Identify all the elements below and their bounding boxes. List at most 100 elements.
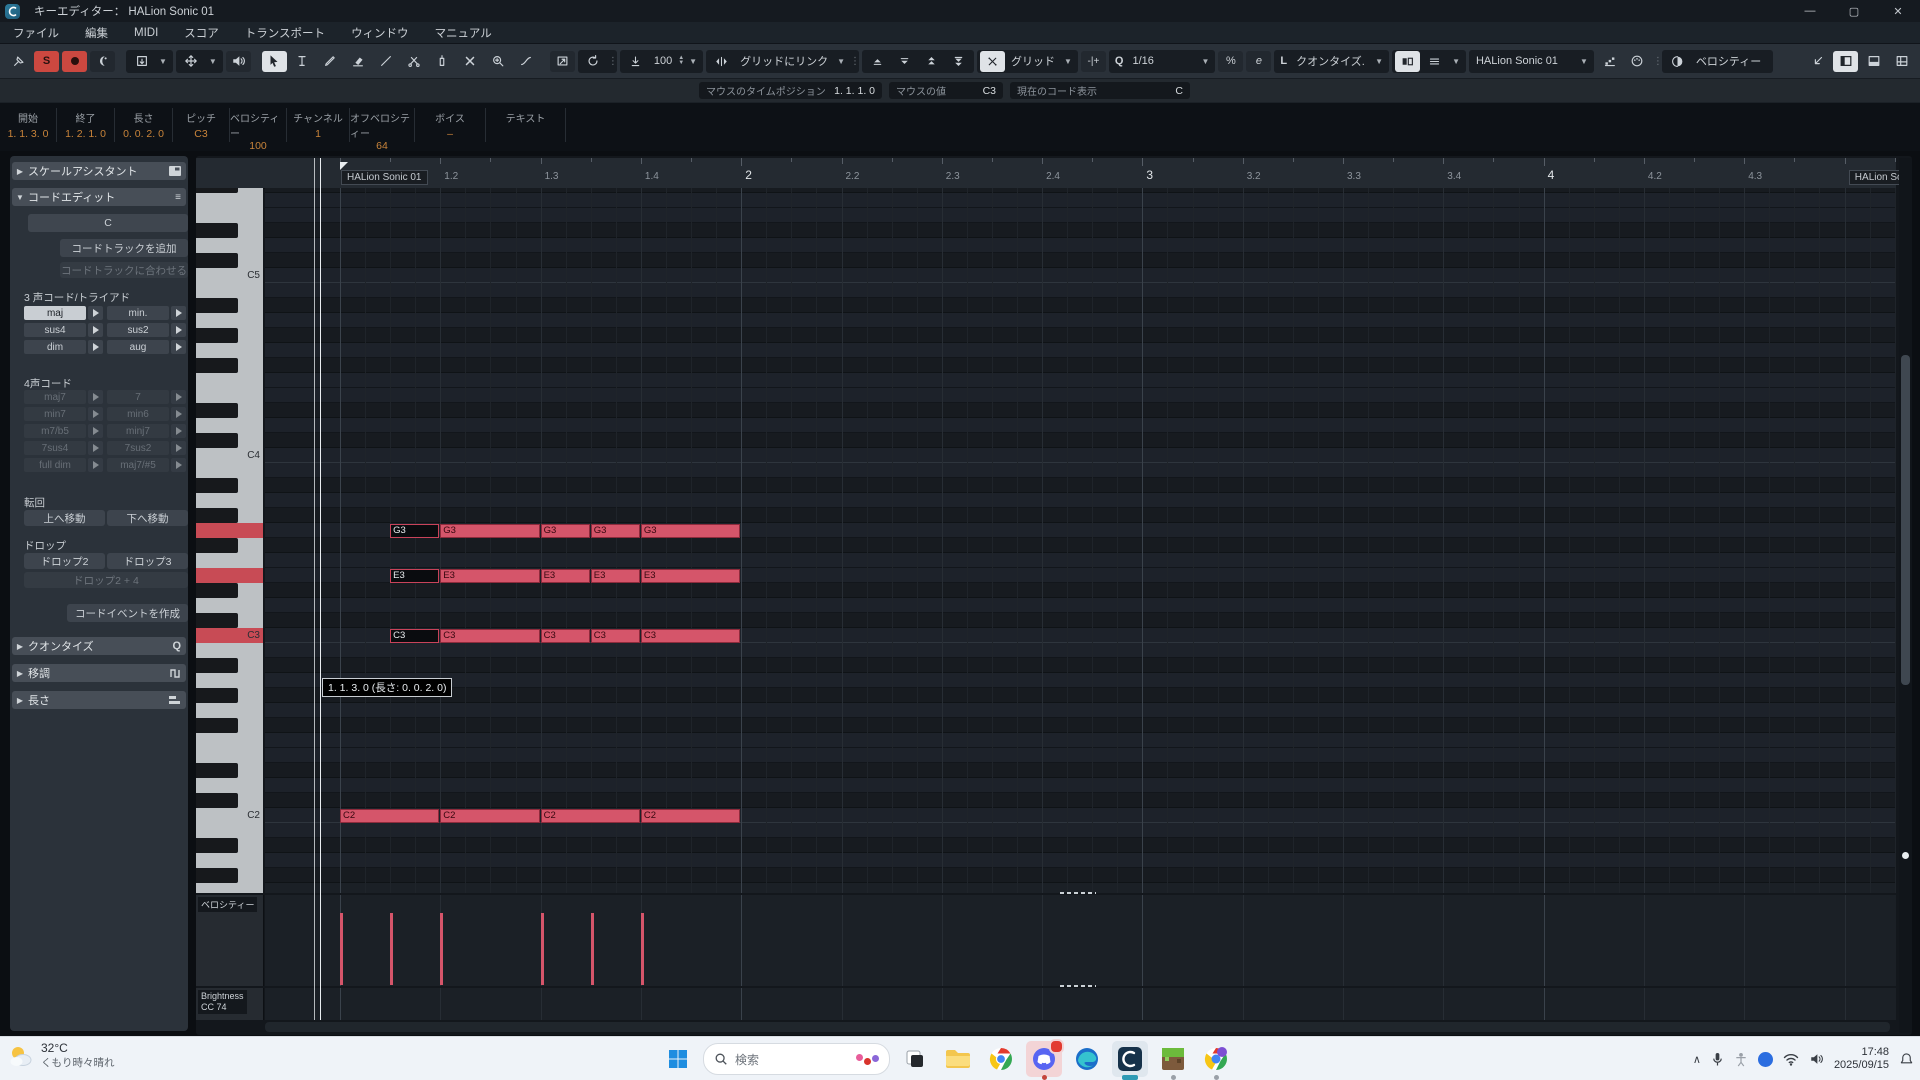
draw-tool[interactable]: [318, 51, 343, 72]
menu-item-4[interactable]: トランスポート: [232, 25, 338, 41]
piano-key[interactable]: [196, 208, 263, 223]
midi-more-icon[interactable]: ⋮: [1653, 56, 1663, 67]
midi-note-E3[interactable]: E3: [540, 568, 590, 583]
menu-item-0[interactable]: ファイル: [0, 25, 72, 41]
piano-key[interactable]: [196, 748, 263, 763]
piano-key[interactable]: [196, 313, 263, 328]
chrome-profile-icon[interactable]: [1198, 1041, 1234, 1080]
lane-resize-handle[interactable]: [1060, 985, 1096, 987]
piano-key[interactable]: [196, 733, 263, 748]
notification-bell-icon[interactable]: [1899, 1052, 1914, 1067]
link-to-grid-value[interactable]: グリッドにリンク: [736, 53, 832, 69]
piano-key-black[interactable]: [196, 688, 238, 703]
move-up-button[interactable]: 上へ移動: [24, 510, 105, 526]
chord-button-sus4[interactable]: sus4: [24, 323, 86, 337]
menu-item-5[interactable]: ウィンドウ: [338, 25, 422, 41]
loop-more-icon[interactable]: ⋮: [608, 56, 618, 67]
piano-key-black[interactable]: [196, 478, 238, 493]
piano-key[interactable]: [196, 283, 263, 298]
chord-button-aug[interactable]: aug: [107, 340, 169, 354]
piano-key[interactable]: [196, 538, 263, 553]
piano-key-black[interactable]: [196, 223, 238, 238]
insert-velocity-value[interactable]: 100: [650, 55, 676, 67]
midi-note-G3[interactable]: G3: [640, 523, 741, 538]
discord-icon[interactable]: [1026, 1039, 1064, 1080]
info-field-7[interactable]: ボイス –: [415, 108, 486, 142]
chord-button-maj[interactable]: maj: [24, 306, 86, 320]
nudge-icon[interactable]: [179, 51, 204, 72]
piano-key[interactable]: [196, 718, 263, 733]
piano-key[interactable]: [196, 568, 263, 583]
chord-arrow-icon[interactable]: [171, 323, 186, 337]
piano-key-black[interactable]: [196, 403, 238, 418]
chord-button-minj7[interactable]: minj7: [107, 424, 169, 438]
midi-note-C2[interactable]: C2: [440, 808, 540, 823]
accessibility-icon[interactable]: [1734, 1052, 1748, 1067]
move-down-octave-icon[interactable]: [946, 51, 971, 72]
piano-key[interactable]: [196, 583, 263, 598]
menu-item-1[interactable]: 編集: [72, 25, 121, 41]
chord-button-maj7/#5[interactable]: maj7/#5: [107, 458, 169, 472]
chord-button-m7/b5[interactable]: m7/b5: [24, 424, 86, 438]
chord-button-sus2[interactable]: sus2: [107, 323, 169, 337]
velocity-bar[interactable]: [440, 913, 444, 985]
add-chord-track-button[interactable]: コードトラックを追加: [60, 239, 188, 257]
piano-key[interactable]: [196, 343, 263, 358]
piano-key-black[interactable]: [196, 583, 238, 598]
independent-track-loop-button[interactable]: [549, 50, 575, 72]
chord-arrow-icon[interactable]: [88, 323, 103, 337]
lane-resize-handle[interactable]: [1060, 892, 1096, 894]
velocity-stepper[interactable]: ▲ ▼: [678, 55, 684, 66]
snap-on-off-icon[interactable]: [980, 50, 1005, 72]
piano-key-black[interactable]: [196, 793, 238, 808]
piano-key[interactable]: [196, 493, 263, 508]
piano-key[interactable]: [196, 658, 263, 673]
piano-key[interactable]: [196, 463, 263, 478]
start-button[interactable]: [660, 1041, 696, 1077]
piano-key[interactable]: [196, 328, 263, 343]
velocity-dropdown-icon[interactable]: ▼: [686, 57, 700, 66]
piano-key[interactable]: [196, 403, 263, 418]
acoustic-feedback-button[interactable]: [90, 50, 115, 72]
track-selector-dropdown-icon[interactable]: ▼: [1577, 57, 1591, 66]
file-explorer-icon[interactable]: [940, 1041, 976, 1077]
velocity-bar[interactable]: [390, 913, 394, 985]
piano-key-black[interactable]: [196, 763, 238, 778]
glue-tool[interactable]: [430, 51, 455, 72]
midi-note-G3[interactable]: G3: [440, 523, 540, 538]
piano-key[interactable]: [196, 793, 263, 808]
open-in-window-icon[interactable]: [1805, 51, 1830, 72]
midi-note-C2[interactable]: C2: [340, 808, 440, 823]
length-quantize-value[interactable]: クオンタイズ.: [1292, 53, 1370, 69]
piano-key-black[interactable]: [196, 658, 238, 673]
chord-button-dim[interactable]: dim: [24, 340, 86, 354]
velocity-bar[interactable]: [340, 913, 343, 985]
piano-key-black[interactable]: [196, 358, 238, 373]
velocity-bar[interactable]: [540, 913, 544, 985]
split-tool[interactable]: [402, 51, 427, 72]
search-box[interactable]: 検索: [703, 1043, 890, 1075]
piano-key-black[interactable]: [196, 508, 238, 523]
move-up-semitone-icon[interactable]: [865, 51, 890, 72]
piano-key[interactable]: [196, 478, 263, 493]
midi-note-E3[interactable]: E3: [640, 568, 741, 583]
velocity-bar[interactable]: [590, 913, 594, 985]
midi-note-G3[interactable]: G3: [390, 523, 440, 538]
tray-chevron-icon[interactable]: ∧: [1693, 1053, 1701, 1066]
piano-key-black[interactable]: [196, 613, 238, 628]
section-length[interactable]: ▶ 長さ: [12, 691, 186, 709]
chord-button-7sus4[interactable]: 7sus4: [24, 441, 86, 455]
piano-keyboard[interactable]: C5 C4 C3 C2: [196, 188, 263, 893]
info-field-6[interactable]: オフベロシティー 64: [350, 108, 415, 152]
nudge-dropdown-icon[interactable]: ▼: [206, 57, 220, 66]
maximize-button[interactable]: ▢: [1832, 0, 1876, 22]
section-quantize[interactable]: ▶ クオンタイズ Q: [12, 637, 186, 655]
piano-key-black[interactable]: [196, 838, 238, 853]
velocity-bar[interactable]: [640, 913, 644, 985]
record-in-editor-button[interactable]: [62, 50, 87, 72]
midi-note-G3[interactable]: G3: [590, 523, 640, 538]
solo-button[interactable]: S: [34, 50, 59, 72]
section-scale-assistant[interactable]: ▶ スケールアシスタント: [12, 162, 186, 180]
microphone-icon[interactable]: [1711, 1052, 1724, 1067]
piano-key[interactable]: [196, 643, 263, 658]
